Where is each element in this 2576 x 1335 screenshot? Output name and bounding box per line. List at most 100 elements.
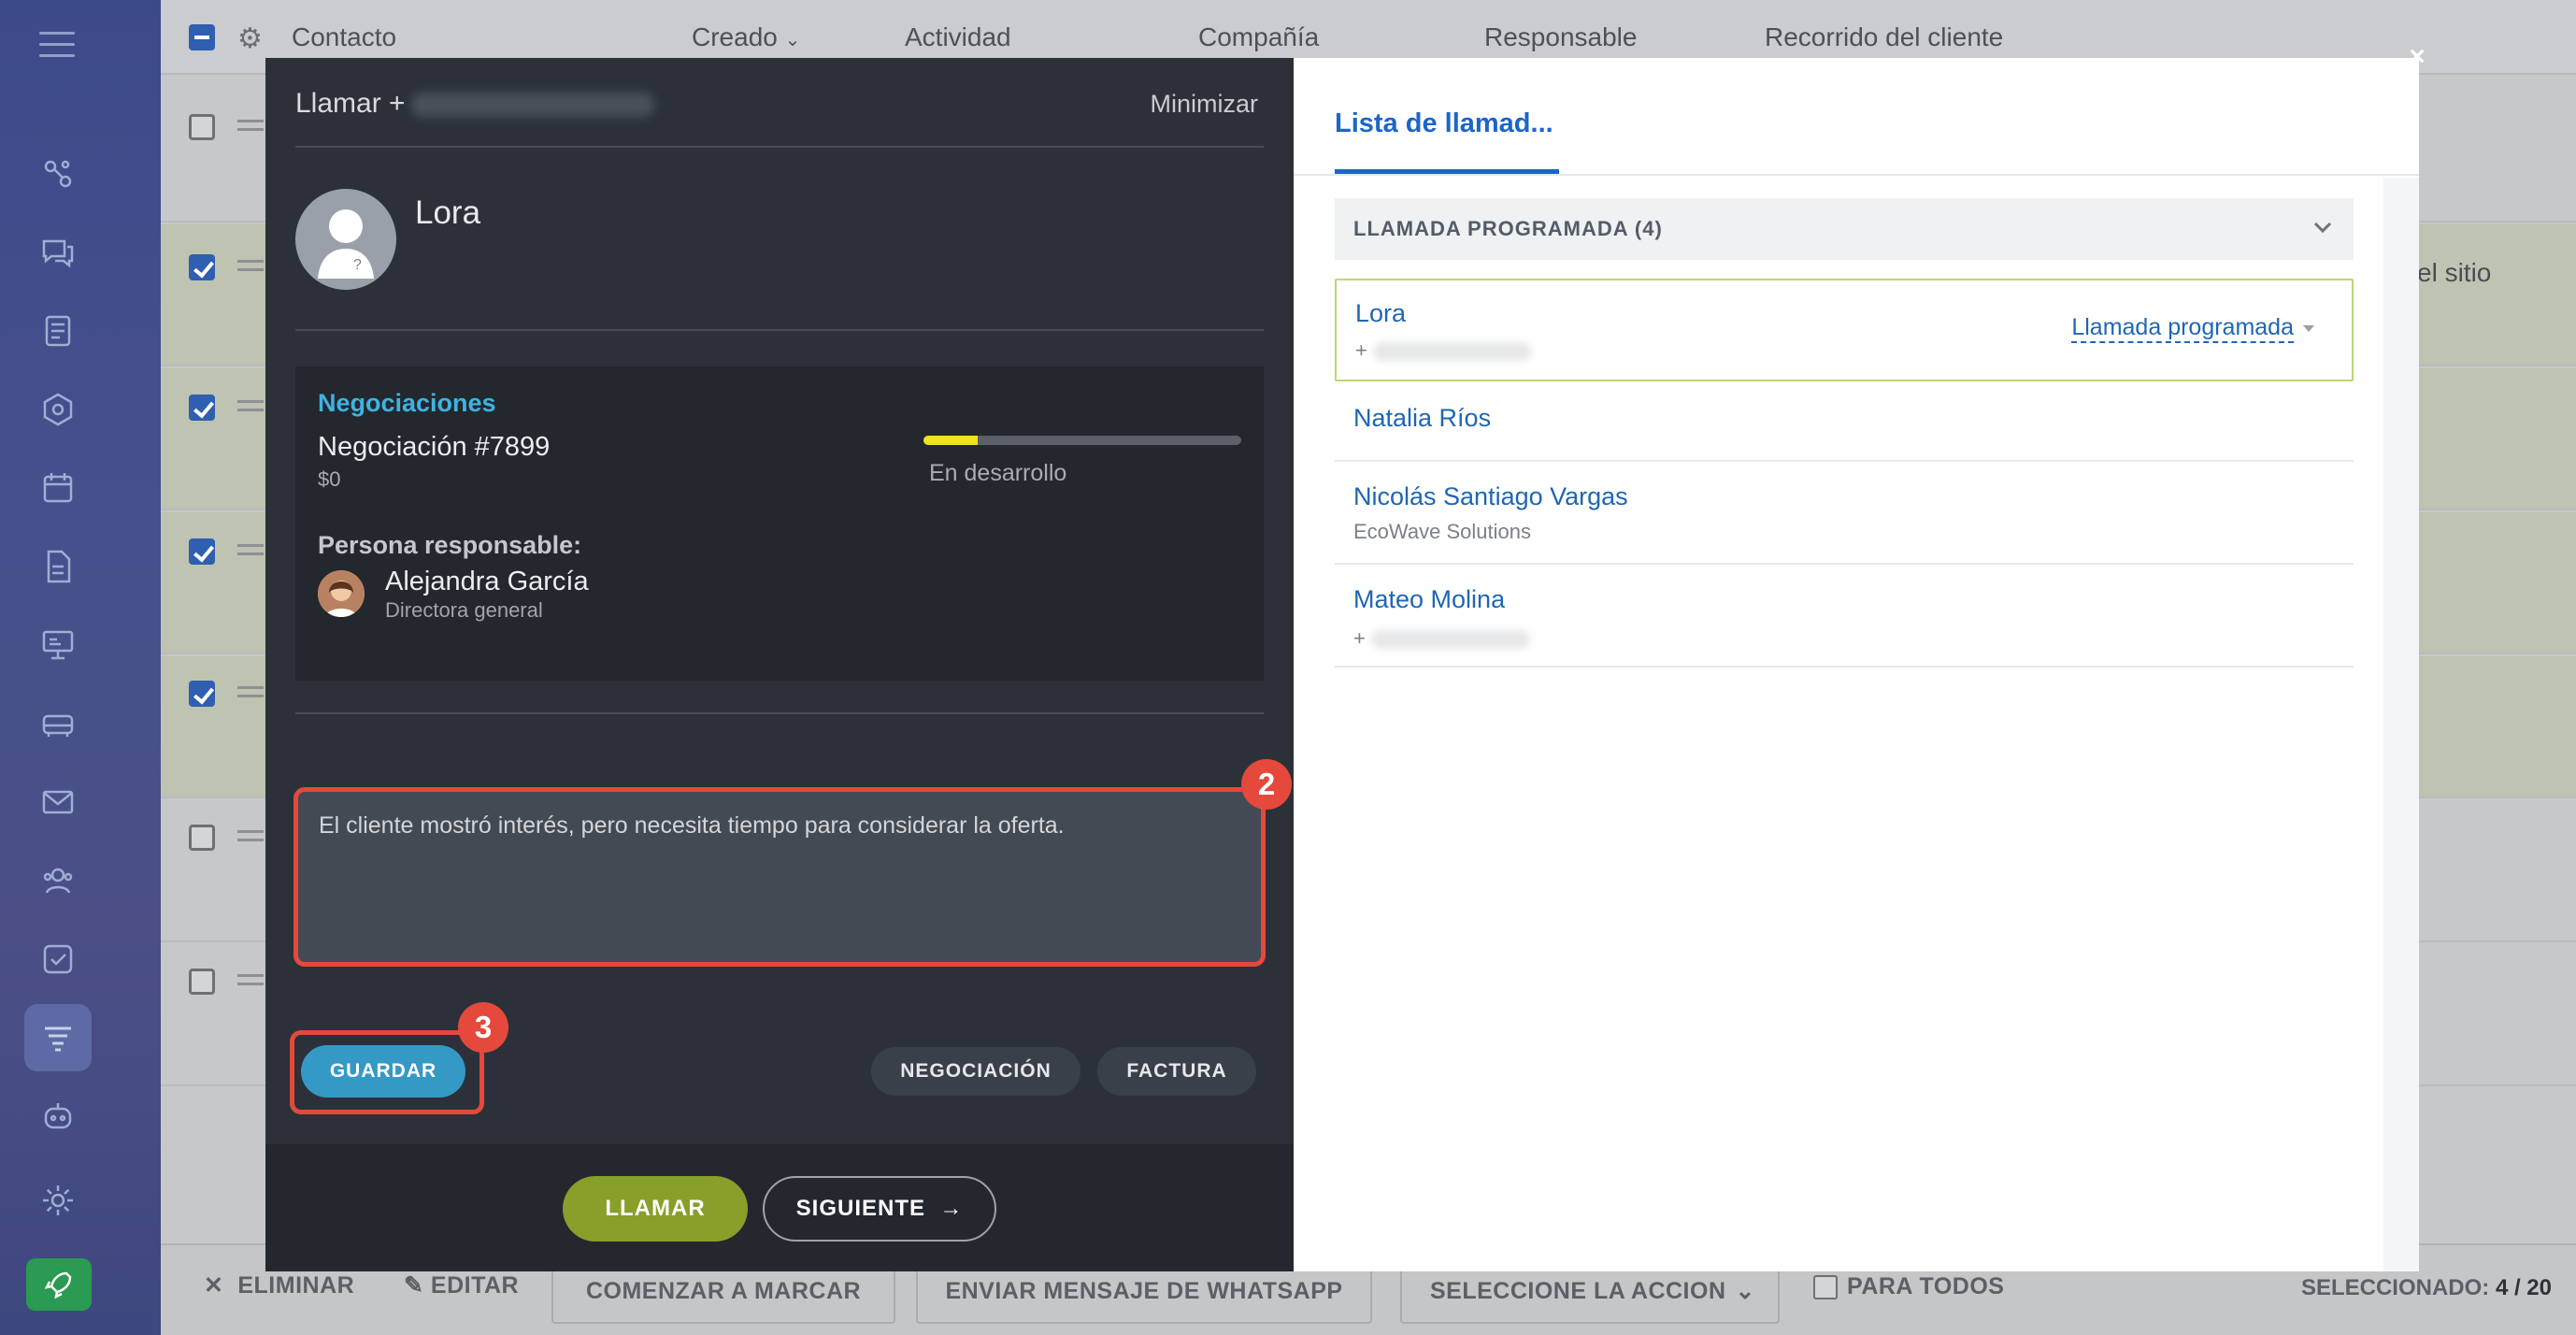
drag-handle-icon[interactable] [237,830,264,847]
deals-heading: Negociaciones [318,389,496,417]
pencil-icon: ✎ [404,1272,424,1299]
document-icon[interactable] [24,533,92,600]
divider [295,329,1264,331]
edit-button[interactable]: ✎ EDITAR [404,1271,519,1299]
step-badge-3: 3 [458,1002,508,1053]
row-checkbox[interactable] [189,825,215,851]
column-activity[interactable]: Actividad [905,22,1011,52]
step-badge-2: 2 [1241,759,1292,810]
robot-icon[interactable] [24,1083,92,1150]
column-created[interactable]: Creado ⌄ [692,22,800,52]
drag-handle-icon[interactable] [237,974,264,991]
contact-name[interactable]: Lora [415,194,480,232]
chat-icon[interactable] [24,219,92,286]
connections-icon[interactable] [24,140,92,208]
arrow-right-icon: → [939,1196,964,1221]
phone-number-redacted [410,93,654,118]
call-list-tabs: Lista de llamad... [1294,58,2419,176]
feed-icon[interactable] [24,297,92,365]
next-button[interactable]: SIGUIENTE → [763,1176,996,1242]
call-item-phone: + [1355,338,1532,363]
divider [295,712,1264,714]
responsible-name[interactable]: Alejandra García [385,567,589,597]
delete-button[interactable]: ✕ ELIMINAR [204,1271,354,1299]
row-checkbox[interactable] [189,254,215,280]
deal-stage: En desarrollo [929,460,1067,486]
column-company[interactable]: Compañía [1198,22,1319,52]
drag-handle-icon[interactable] [237,400,264,417]
row-checkbox[interactable] [189,969,215,995]
presentation-icon[interactable] [24,611,92,679]
call-dialog: Llamar + Minimizar ? Lora Negociaciones … [265,58,2419,1271]
calendar-icon[interactable] [24,454,92,522]
comment-textarea[interactable]: El cliente mostró interés, pero necesita… [293,787,1266,967]
responsible-heading: Persona responsable: [318,531,582,559]
selected-count: SELECCIONADO: 4 / 20 [2300,1275,2552,1300]
for-all-checkbox[interactable] [1813,1275,1838,1299]
drag-handle-icon[interactable] [237,260,264,277]
call-item-company: EcoWave Solutions [1353,520,1531,543]
save-button[interactable]: GUARDAR [301,1045,465,1098]
deal-button[interactable]: NEGOCIACIÓN [871,1047,1080,1096]
chevron-down-icon [2313,222,2332,234]
call-item-name[interactable]: Lora [1355,299,1406,328]
call-item-name[interactable]: Nicolás Santiago Vargas [1353,482,1628,511]
column-responsible[interactable]: Responsable [1484,22,1637,52]
row-checkbox[interactable] [189,395,215,421]
hexagon-icon[interactable] [24,376,92,443]
deals-card: Negociaciones Negociación #7899 $0 En de… [295,366,1264,681]
call-title: Llamar + [295,88,654,120]
call-item-name[interactable]: Mateo Molina [1353,585,1505,614]
call-item-name[interactable]: Natalia Ríos [1353,404,1491,433]
row-checkbox[interactable] [189,681,215,707]
chevron-down-icon: ⌄ [1735,1278,1755,1304]
tab-call-list[interactable]: Lista de llamad... [1335,108,1553,139]
drag-handle-icon[interactable] [237,120,264,136]
select-all-checkbox[interactable] [189,24,215,50]
call-status-dropdown[interactable]: Llamada programada [2071,314,2294,343]
menu-icon[interactable] [39,32,75,60]
gear-icon[interactable]: ⚙ [237,22,263,55]
close-icon: ✕ [204,1272,224,1299]
responsible-role: Directora general [385,598,543,622]
row-checkbox[interactable] [189,538,215,565]
divider [295,146,1264,148]
caret-down-icon [2303,325,2314,332]
column-customer-journey[interactable]: Recorrido del cliente [1765,22,2003,52]
call-button[interactable]: LLAMAR [563,1176,748,1242]
list-item[interactable]: Nicolás Santiago Vargas EcoWave Solution… [1335,462,2354,565]
row-journey-text: el sitio [2417,258,2492,287]
drag-handle-icon[interactable] [237,544,264,561]
deal-amount: $0 [318,467,341,491]
row-checkbox[interactable] [189,114,215,140]
deal-progress-bar [923,436,1241,445]
list-item[interactable]: Lora + Llamada programada [1335,279,2354,381]
active-tab-indicator [1335,169,1559,174]
inventory-icon[interactable] [24,690,92,757]
tasks-icon[interactable] [24,926,92,993]
list-item[interactable]: Natalia Ríos [1335,383,2354,462]
contacts-icon[interactable] [24,847,92,914]
call-group-title: LLAMADA PROGRAMADA (4) [1353,217,1663,240]
column-contact[interactable]: Contacto [292,22,396,52]
chevron-down-icon: ⌄ [784,30,801,50]
rocket-icon[interactable] [26,1258,92,1311]
list-item[interactable]: Mateo Molina + [1335,565,2354,668]
svg-text:?: ? [353,257,362,273]
call-list-panel: Lista de llamad... LLAMADA PROGRAMADA (4… [1294,58,2419,1271]
scrollbar[interactable] [2383,178,2419,1271]
close-dialog-button[interactable]: × [2402,43,2432,73]
drag-handle-icon[interactable] [237,686,264,703]
mail-icon[interactable] [24,768,92,836]
sales-funnel-icon[interactable] [24,1004,92,1071]
avatar: ? [295,189,396,290]
deal-link[interactable]: Negociación #7899 [318,432,550,463]
call-item-phone: + [1353,626,1530,651]
settings-icon[interactable] [24,1167,92,1234]
for-all-label: PARA TODOS [1847,1273,2005,1299]
invoice-button[interactable]: FACTURA [1097,1047,1256,1096]
responsible-avatar [318,570,365,617]
minimize-button[interactable]: Minimizar [1150,90,1258,119]
app-sidebar [0,0,161,1335]
call-group-header[interactable]: LLAMADA PROGRAMADA (4) [1335,198,2354,260]
